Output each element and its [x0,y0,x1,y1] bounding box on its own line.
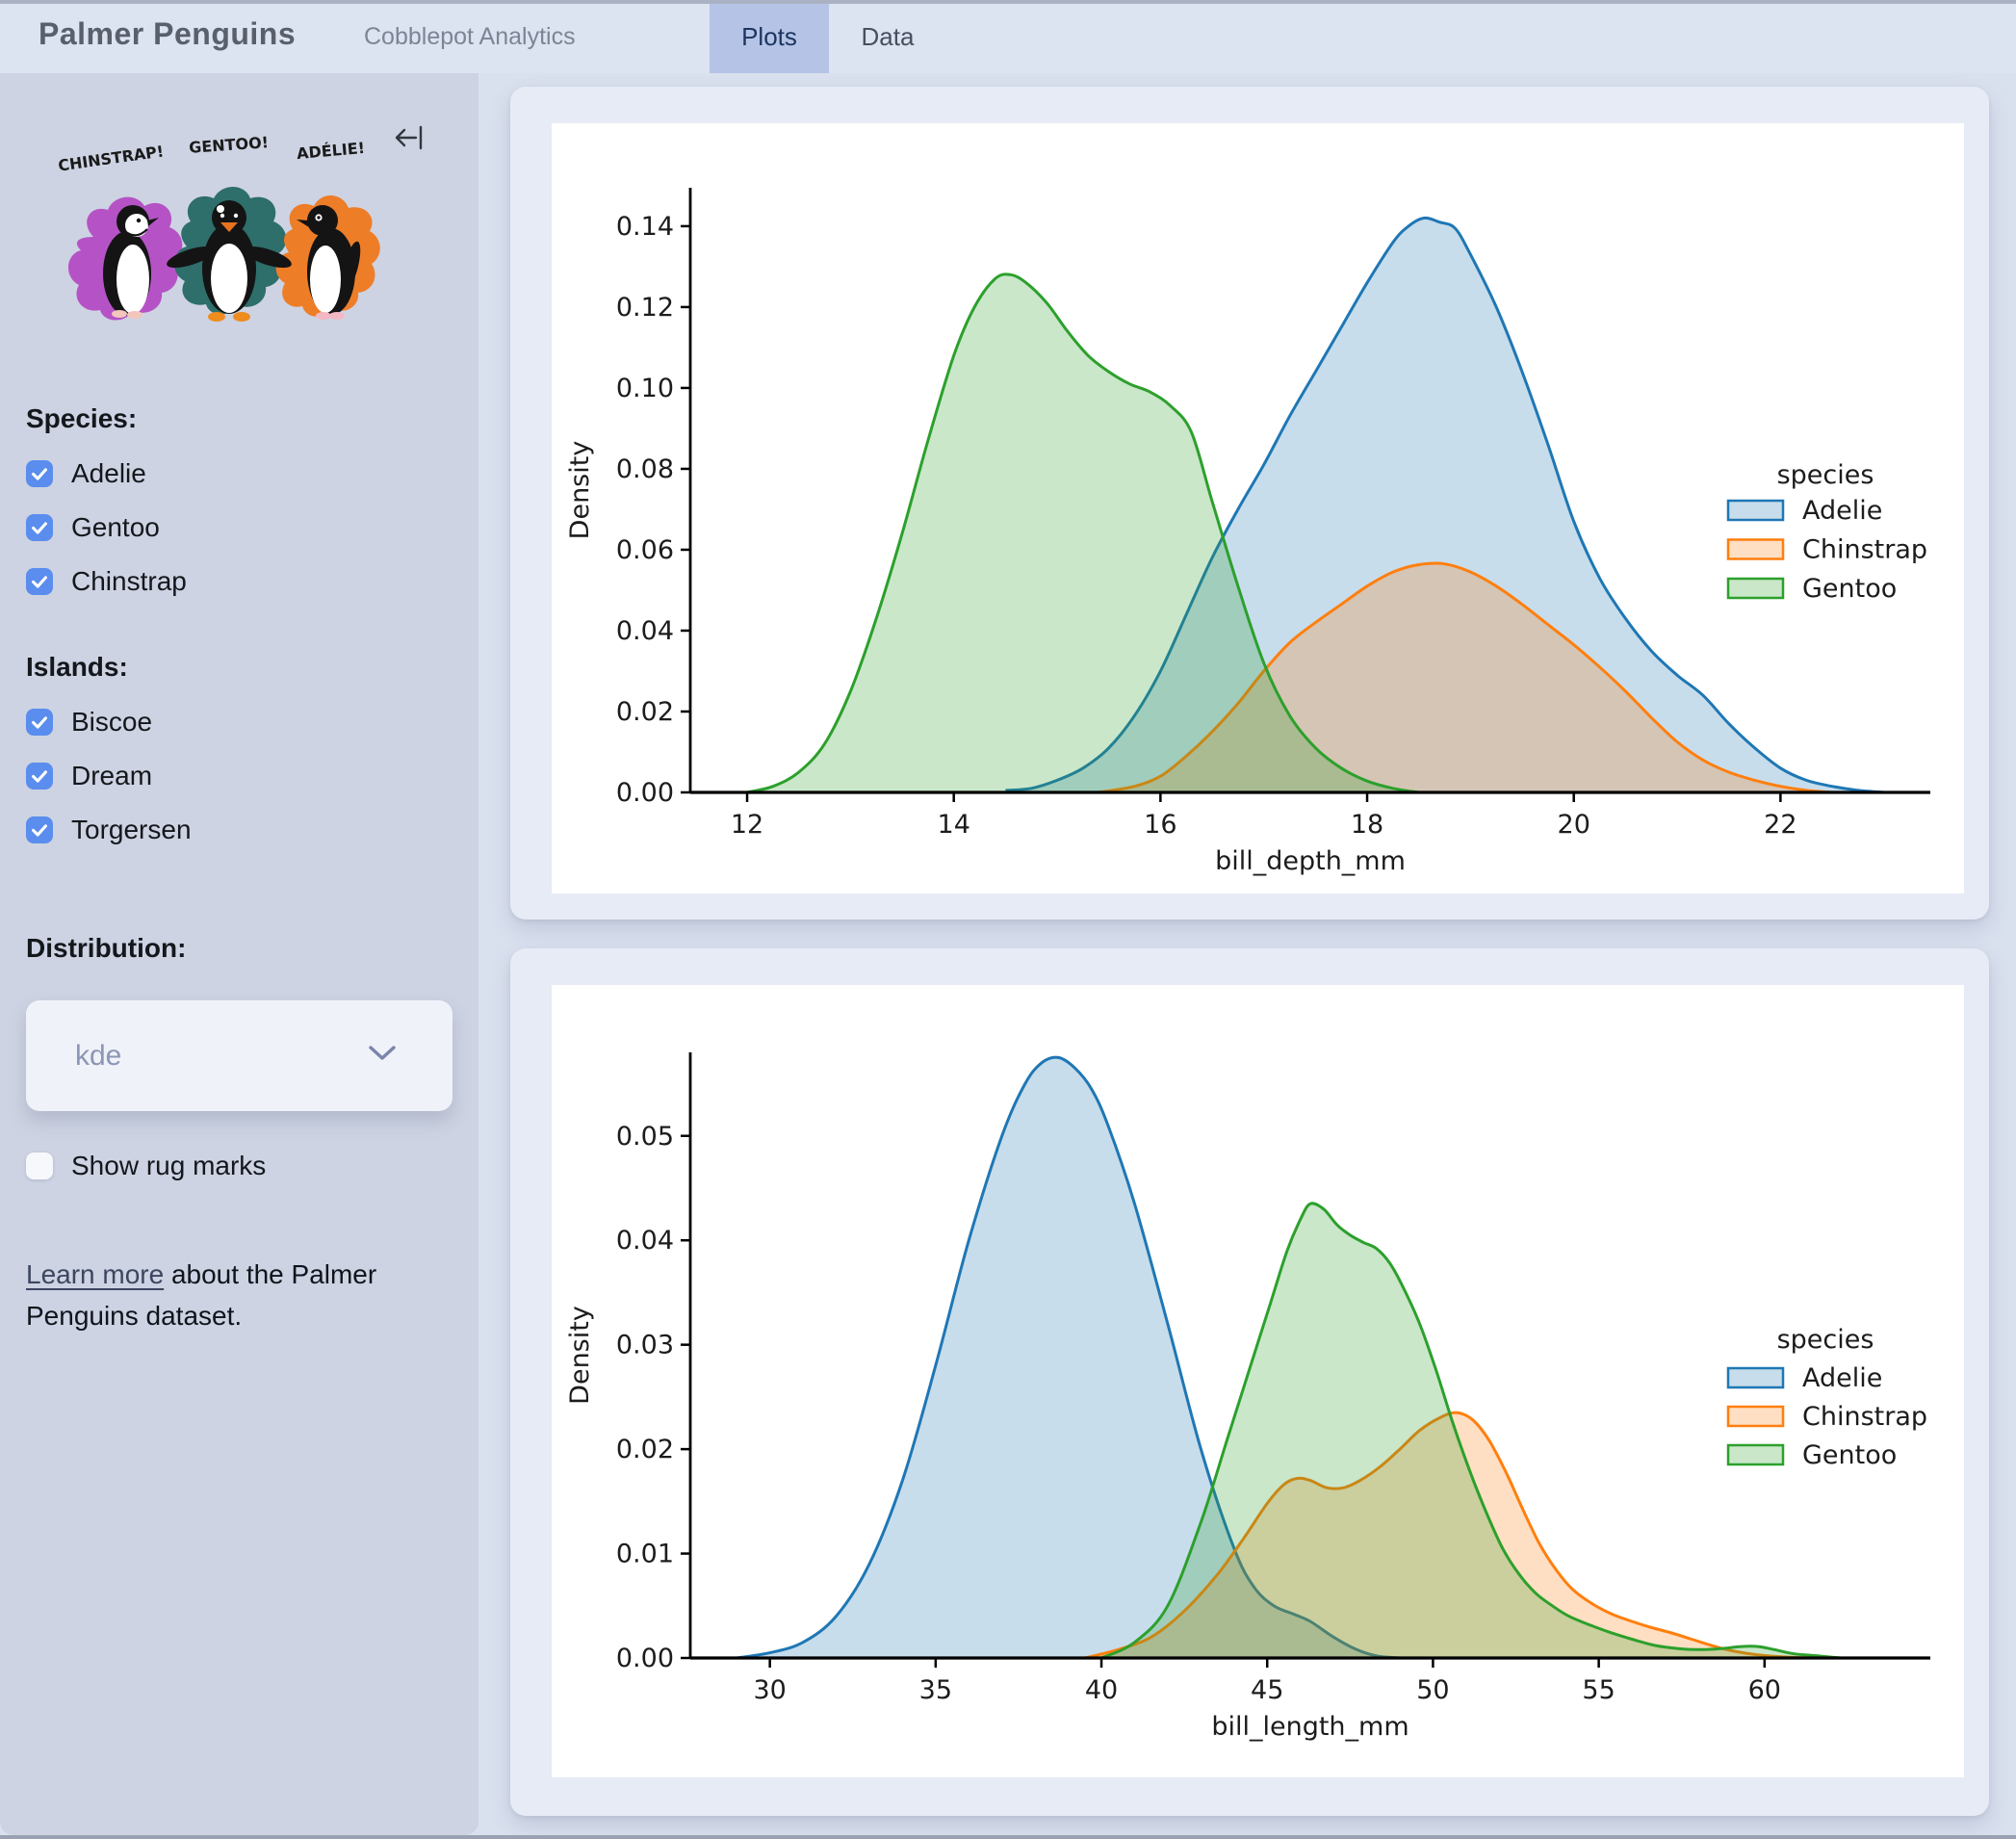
species-checkbox-adelie[interactable]: Adelie [26,458,452,488]
checkbox-label: Chinstrap [71,566,187,596]
tab-data[interactable]: Data [829,0,946,73]
legend-title: species [1777,460,1874,490]
legend-swatch [1726,1405,1785,1428]
svg-text:0.04: 0.04 [616,1226,674,1256]
plot-card-bill-depth: 12 14 16 18 20 22 0.00 0.02 0.04 0.06 0.08 0.10 0.12… [510,87,1989,920]
svg-text:0.03: 0.03 [616,1331,674,1360]
checkbox-label: Torgersen [71,815,192,844]
kde-chart-bill-depth: 12 14 16 18 20 22 0.00 0.02 0.04 0.06 0.08 0.10 0.12… [552,123,1964,894]
svg-text:0.02: 0.02 [616,697,674,727]
checkbox-checked-icon [26,568,53,595]
x-axis-label: bill_length_mm [1211,1712,1409,1742]
dataset-info-text: Learn more about the Palmer Penguins dat… [26,1254,456,1337]
island-checkbox-dream[interactable]: Dream [26,761,452,790]
islands-heading: Islands: [26,652,128,682]
gentoo-label: GENTOO! [189,133,270,157]
plot-canvas-bill-depth: 12 14 16 18 20 22 0.00 0.02 0.04 0.06 0.08 0.10 0.12… [552,123,1964,894]
learn-more-link[interactable]: Learn more [26,1259,164,1289]
app-title: Palmer Penguins [39,16,297,51]
species-checkbox-chinstrap[interactable]: Chinstrap [26,566,452,596]
checkbox-checked-icon [26,763,53,790]
plot-card-bill-length: 30 35 40 45 50 55 60 0.00 0.01 0.02 0.03 0.04 0.05 bi… [510,948,1989,1816]
svg-text:50: 50 [1416,1675,1449,1705]
svg-text:35: 35 [919,1675,952,1705]
island-checkbox-torgersen[interactable]: Torgersen [26,815,452,844]
distribution-select[interactable]: kde [26,1000,452,1111]
checkbox-checked-icon [26,460,53,487]
svg-text:0.02: 0.02 [616,1435,674,1464]
svg-text:60: 60 [1748,1675,1781,1705]
checkbox-checked-icon [26,709,53,736]
svg-text:0.04: 0.04 [616,616,674,646]
app-subtitle: Cobblepot Analytics [364,23,576,50]
svg-text:0.05: 0.05 [616,1122,674,1152]
x-axis-label: bill_depth_mm [1215,846,1406,876]
rug-marks-checkbox[interactable]: Show rug marks [26,1151,452,1180]
svg-text:0.00: 0.00 [616,1644,674,1673]
adelie-label: ADÉLIE! [296,139,365,163]
distribution-select-value: kde [75,1039,122,1072]
checkbox-label: Gentoo [71,512,160,542]
legend-swatch [1726,1443,1785,1466]
svg-text:0.06: 0.06 [616,535,674,565]
sidebar-collapse-icon[interactable] [393,123,426,152]
y-axis-label: Density [565,441,595,540]
checkbox-unchecked-icon [26,1153,53,1179]
distribution-heading: Distribution: [26,933,187,963]
checkbox-label: Dream [71,761,153,790]
svg-text:55: 55 [1582,1675,1615,1705]
svg-text:16: 16 [1144,810,1176,840]
svg-text:20: 20 [1558,810,1590,840]
legend-swatch [1726,538,1785,560]
chinstrap-label: CHINSTRAP! [57,142,165,174]
svg-text:0.14: 0.14 [616,212,674,242]
checkbox-label: Show rug marks [71,1151,267,1180]
density-plot-svg: 12 14 16 18 20 22 0.00 0.02 0.04 0.06 0.08 0.10 0.12… [565,188,1930,876]
y-axis-label: Density [565,1306,595,1405]
density-plot-svg: 30 35 40 45 50 55 60 0.00 0.01 0.02 0.03 0.04 0.05 bi… [565,1052,1930,1742]
svg-text:22: 22 [1764,810,1796,840]
svg-text:45: 45 [1251,1675,1283,1705]
species-checkbox-gentoo[interactable]: Gentoo [26,512,452,542]
legend-swatch [1726,1366,1785,1389]
checkbox-checked-icon [26,514,53,541]
svg-text:0.01: 0.01 [616,1540,674,1569]
tab-plots[interactable]: Plots [710,0,829,73]
legend-entry-label: Gentoo [1802,574,1897,604]
svg-text:30: 30 [753,1675,786,1705]
svg-text:14: 14 [938,810,970,840]
app-header: Palmer Penguins Cobblepot Analytics Plot… [0,0,2016,73]
legend-swatch [1726,499,1785,522]
kde-chart-bill-length: 30 35 40 45 50 55 60 0.00 0.01 0.02 0.03 0.04 0.05 bi… [552,985,1964,1777]
legend-entry-label: Adelie [1802,496,1882,526]
svg-text:0.10: 0.10 [616,374,674,403]
legend-entry-label: Chinstrap [1802,535,1927,565]
plot-canvas-bill-length: 30 35 40 45 50 55 60 0.00 0.01 0.02 0.03 0.04 0.05 bi… [552,985,1964,1777]
checkbox-label: Adelie [71,458,146,488]
legend-swatch [1726,577,1785,600]
svg-text:18: 18 [1351,810,1383,840]
svg-text:0.08: 0.08 [616,454,674,484]
island-checkbox-biscoe[interactable]: Biscoe [26,707,452,737]
legend-entry-label: Chinstrap [1802,1402,1927,1432]
legend-entry-label: Gentoo [1802,1440,1897,1470]
legend-title: species [1777,1325,1874,1355]
svg-text:12: 12 [731,810,763,840]
chevron-down-icon [368,1045,397,1067]
svg-text:0.00: 0.00 [616,778,674,808]
svg-text:0.12: 0.12 [616,293,674,323]
sidebar: CHINSTRAP! GENTOO! ADÉLIE! Species: Adel… [0,73,478,1835]
legend-entry-label: Adelie [1802,1363,1882,1393]
checkbox-label: Biscoe [71,707,153,737]
species-heading: Species: [26,403,138,433]
checkbox-checked-icon [26,816,53,843]
penguins-artwork-image: CHINSTRAP! GENTOO! ADÉLIE! [31,129,401,336]
svg-text:40: 40 [1085,1675,1118,1705]
